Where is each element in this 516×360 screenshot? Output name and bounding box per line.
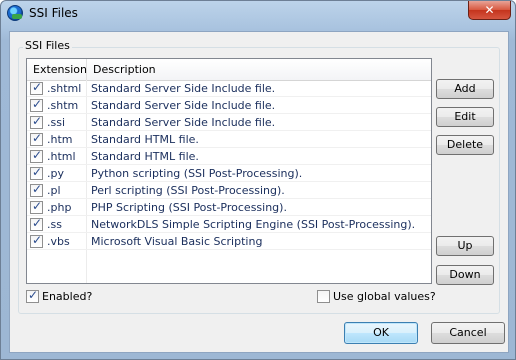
row-checkbox[interactable] (30, 97, 43, 112)
row-checkbox[interactable] (30, 199, 43, 214)
description-cell: Standard HTML file. (91, 133, 199, 146)
list-item[interactable]: .pl Perl scripting (SSI Post-Processing)… (27, 182, 431, 199)
move-up-button[interactable]: Up (436, 236, 494, 256)
ok-button[interactable]: OK (344, 322, 418, 344)
description-cell: Standard Server Side Include file. (91, 116, 276, 129)
edit-button[interactable]: Edit (436, 107, 494, 127)
group-label: SSI Files (23, 39, 72, 52)
description-cell: Python scripting (SSI Post-Processing). (91, 167, 303, 180)
enabled-checkbox-box[interactable] (26, 288, 39, 303)
close-icon: ✕ (484, 3, 495, 17)
app-globe-icon (7, 5, 23, 21)
description-cell: PHP Scripting (SSI Post-Processing). (91, 201, 287, 214)
row-checkbox[interactable] (30, 114, 43, 129)
description-cell: NetworkDLS Simple Scripting Engine (SSI … (91, 218, 416, 231)
extension-cell: .html (47, 150, 76, 163)
list-item[interactable]: .html Standard HTML file. (27, 148, 431, 165)
list-item[interactable]: .php PHP Scripting (SSI Post-Processing)… (27, 199, 431, 216)
window-title: SSI Files (29, 6, 78, 20)
row-checkbox[interactable] (30, 233, 43, 248)
description-cell: Standard Server Side Include file. (91, 99, 276, 112)
cancel-button[interactable]: Cancel (431, 322, 505, 344)
extension-cell: .vbs (47, 235, 70, 248)
list-item[interactable]: .shtm Standard Server Side Include file. (27, 97, 431, 114)
description-cell: Perl scripting (SSI Post-Processing). (91, 184, 285, 197)
row-checkbox[interactable] (30, 182, 43, 197)
extension-cell: .php (47, 201, 72, 214)
list-item[interactable]: .htm Standard HTML file. (27, 131, 431, 148)
description-cell: Microsoft Visual Basic Scripting (91, 235, 263, 248)
extension-cell: .ss (47, 218, 62, 231)
column-header-description[interactable]: Description (87, 59, 431, 80)
list-item[interactable]: .shtml Standard Server Side Include file… (27, 80, 431, 97)
enabled-checkbox-label: Enabled? (42, 290, 93, 303)
use-global-values-checkbox-box[interactable] (317, 290, 330, 303)
row-checkbox[interactable] (30, 216, 43, 231)
row-checkbox[interactable] (30, 148, 43, 163)
extension-cell: .pl (47, 184, 61, 197)
extension-cell: .shtm (47, 99, 79, 112)
list-item[interactable]: .py Python scripting (SSI Post-Processin… (27, 165, 431, 182)
extension-cell: .shtml (47, 82, 82, 95)
add-button[interactable]: Add (436, 79, 494, 99)
close-button[interactable]: ✕ (468, 1, 511, 20)
delete-button[interactable]: Delete (436, 135, 494, 155)
dialog-client-area: SSI Files Extension Description .shtml S… (9, 31, 509, 353)
list-item[interactable]: .ssi Standard Server Side Include file. (27, 114, 431, 131)
ssi-files-dialog: SSI Files ✕ SSI Files Extension Descript… (0, 0, 516, 360)
list-item[interactable]: .ss NetworkDLS Simple Scripting Engine (… (27, 216, 431, 233)
column-header-extension[interactable]: Extension (27, 59, 87, 80)
description-cell: Standard HTML file. (91, 150, 199, 163)
use-global-values-label: Use global values? (333, 290, 436, 303)
ssi-extension-list[interactable]: Extension Description .shtml Standard Se… (26, 58, 432, 284)
row-checkbox[interactable] (30, 165, 43, 180)
row-checkbox[interactable] (30, 80, 43, 95)
description-cell: Standard Server Side Include file. (91, 82, 276, 95)
title-bar: SSI Files ✕ (1, 1, 515, 25)
row-checkbox[interactable] (30, 131, 43, 146)
extension-cell: .htm (47, 133, 73, 146)
list-header: Extension Description (27, 59, 431, 81)
list-item[interactable]: .vbs Microsoft Visual Basic Scripting (27, 233, 431, 250)
extension-cell: .py (47, 167, 64, 180)
move-down-button[interactable]: Down (436, 265, 494, 285)
extension-cell: .ssi (47, 116, 66, 129)
